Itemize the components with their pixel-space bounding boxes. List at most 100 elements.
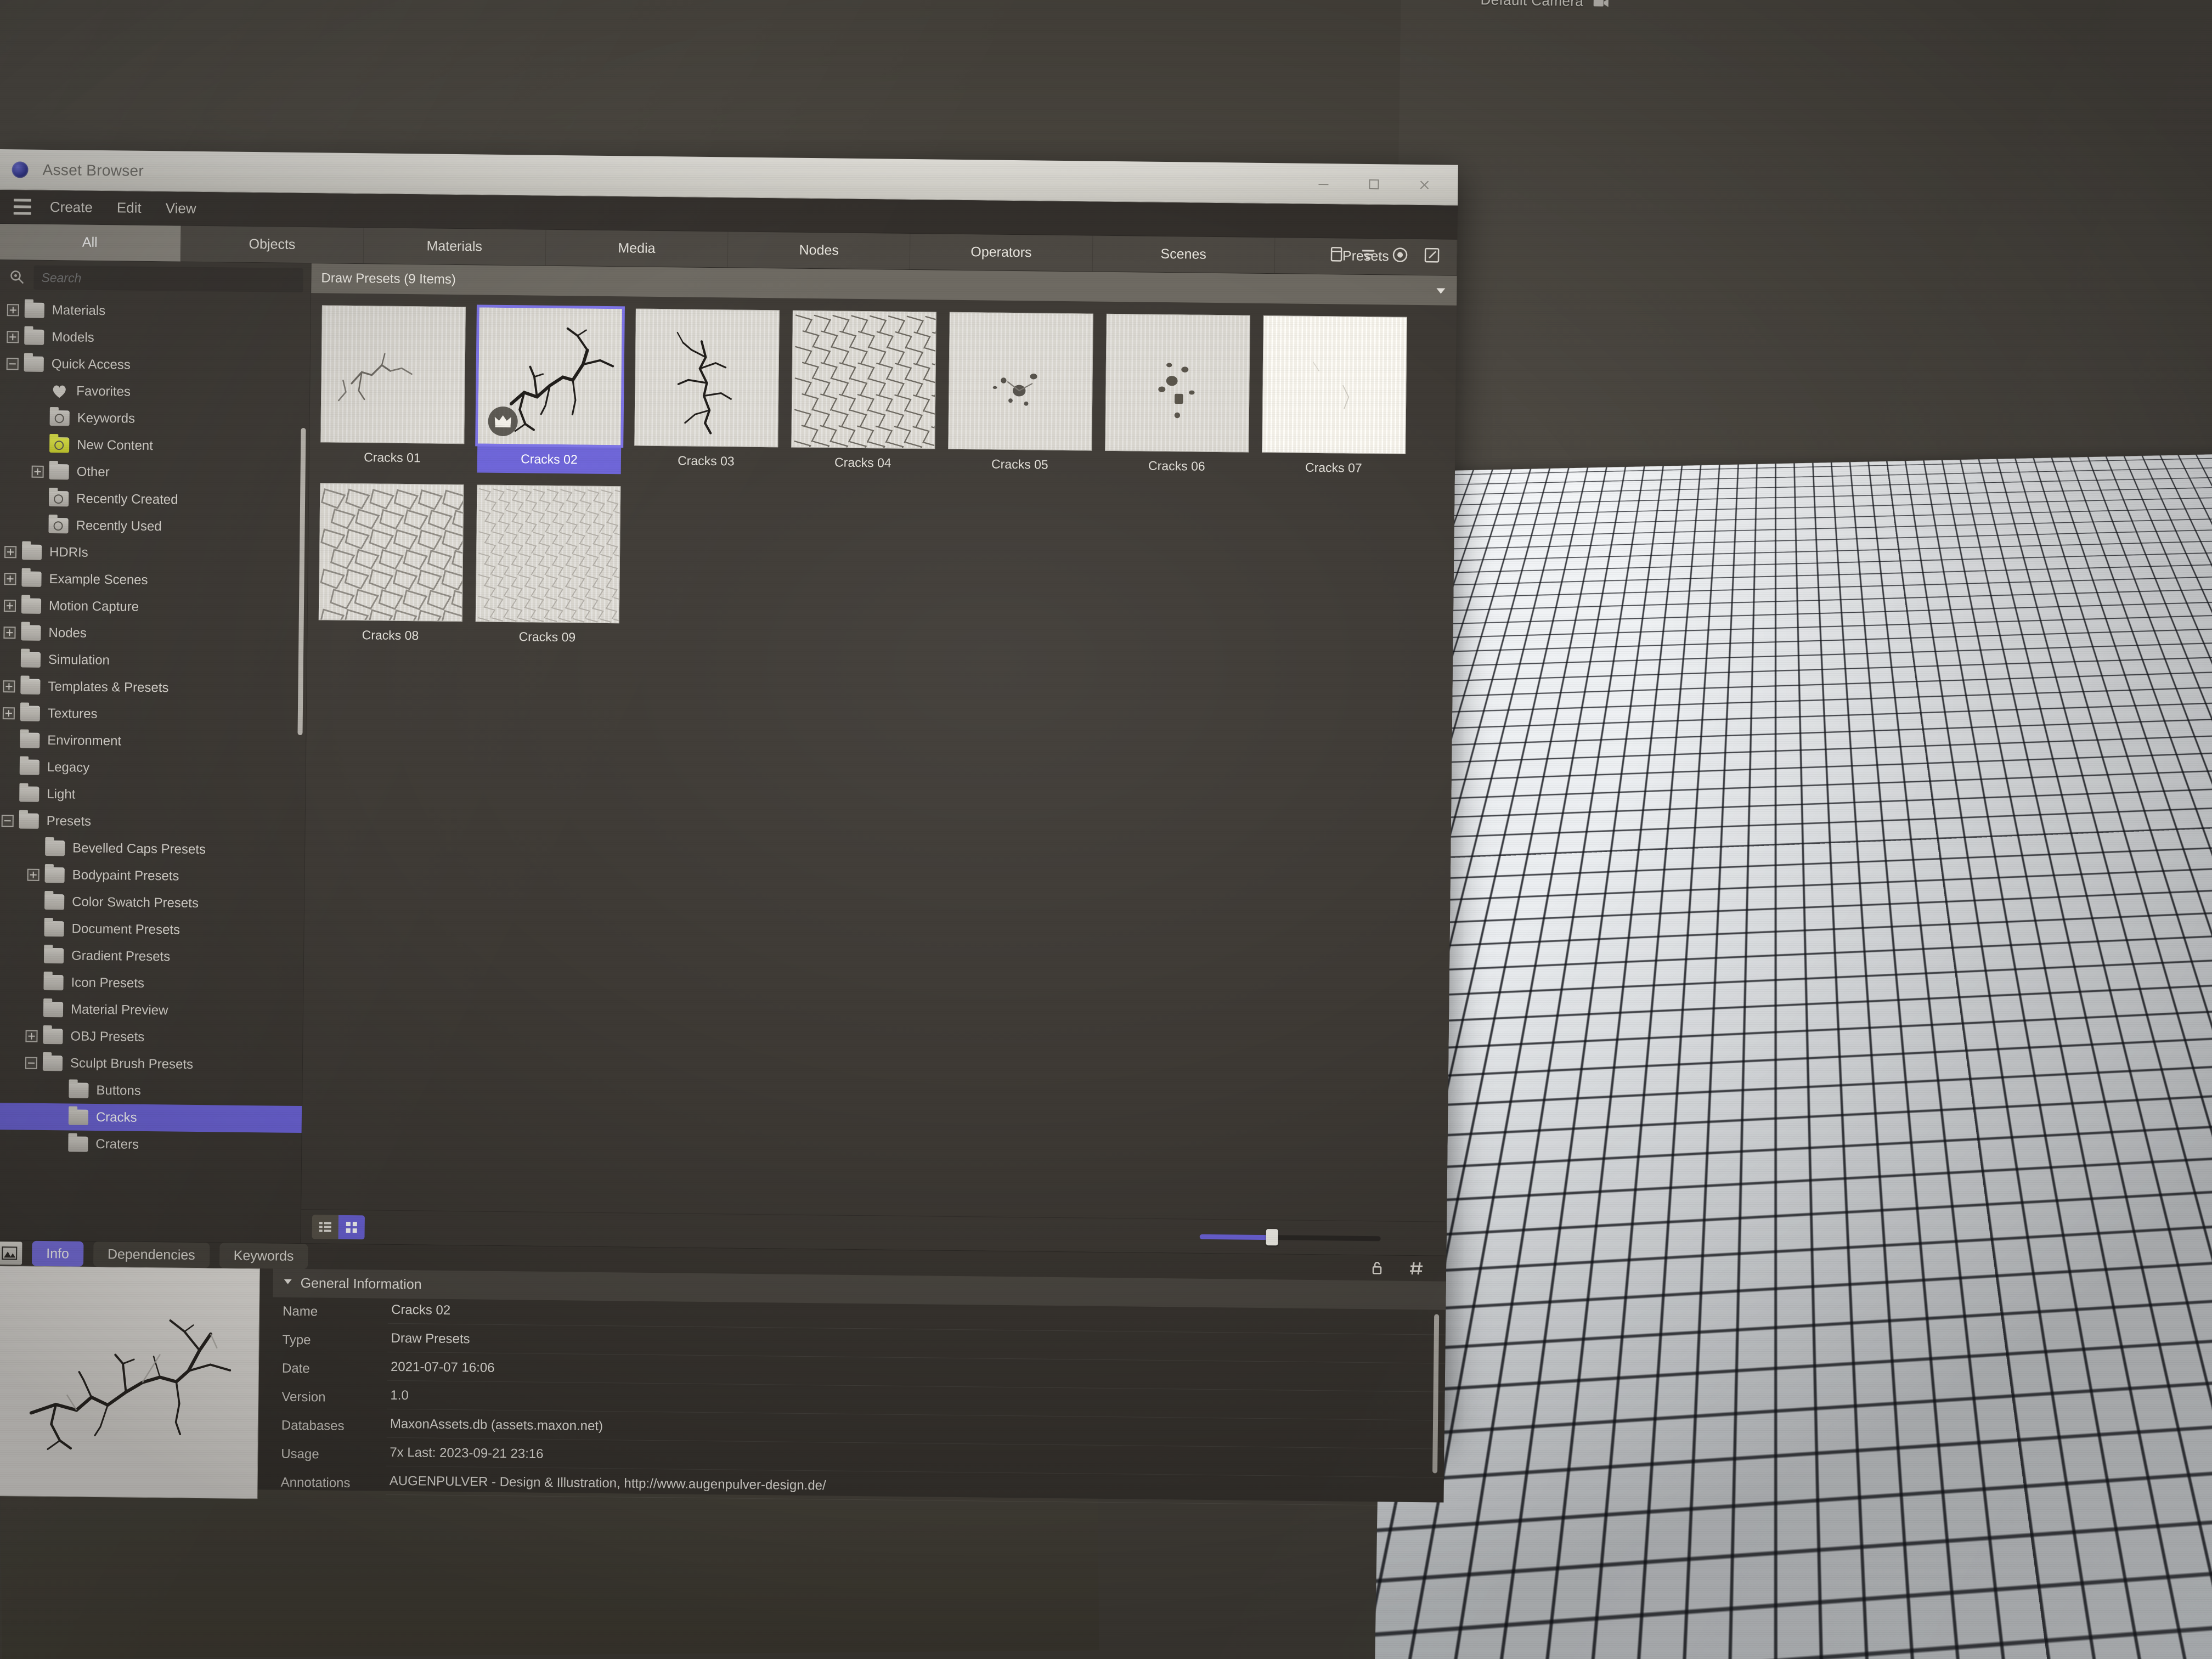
tree-item-quick-access[interactable]: Quick Access [0,350,310,380]
asset-thumbnail[interactable] [791,310,936,449]
asset-cell[interactable]: Cracks 08 [318,483,464,650]
tree-item-nodes[interactable]: Nodes [0,619,307,649]
tree-item-materials[interactable]: Materials [0,296,311,326]
asset-cell[interactable]: Cracks 06 [1105,313,1250,481]
tree-item-document-presets[interactable]: Document Presets [0,915,304,945]
expand-icon[interactable] [3,599,17,613]
tree-item-keywords[interactable]: Keywords [0,404,309,434]
asset-tree[interactable]: Materials Models Quick Access Favorites Keyw… [0,294,311,1160]
list-view-icon[interactable] [312,1215,338,1239]
tree-item-textures[interactable]: Textures [0,699,306,730]
tree-item-legacy[interactable]: Legacy [0,753,306,783]
asset-cell[interactable]: Cracks 01 [320,305,466,472]
tree-item-cracks[interactable]: Cracks [0,1102,302,1133]
tree-item-simulation[interactable]: Simulation [0,646,307,676]
tab-materials[interactable]: Materials [363,228,546,266]
asset-thumbnail[interactable] [948,312,1093,451]
viewport-3d[interactable]: Default Camera [1374,0,2212,1659]
tabbar-tools[interactable] [1325,236,1452,273]
asset-thumbnail[interactable] [318,483,464,622]
zoom-slider-handle[interactable] [1266,1229,1278,1246]
tree-item-obj-presets[interactable]: OBJ Presets [0,1022,303,1052]
tab-info[interactable]: Info [31,1240,84,1267]
expand-icon[interactable] [6,303,20,317]
expand-icon[interactable] [2,706,16,720]
hamburger-icon[interactable] [7,196,38,218]
tree-item-hdris[interactable]: HDRIs [0,538,308,568]
expand-icon[interactable] [2,679,16,693]
tree-item-motion-capture[interactable]: Motion Capture [0,592,307,622]
menu-item-edit[interactable]: Edit [105,195,154,221]
tab-keywords[interactable]: Keywords [219,1243,308,1269]
preview-image-icon[interactable] [0,1242,22,1265]
tree-item-example-scenes[interactable]: Example Scenes [0,565,308,595]
tab-nodes[interactable]: Nodes [727,232,911,269]
tab-operators[interactable]: Operators [910,233,1093,272]
lock-icon[interactable] [1366,1257,1388,1279]
tree-item-buttons[interactable]: Buttons [0,1076,302,1106]
search-input[interactable] [33,265,303,292]
open-external-icon[interactable] [1421,244,1443,266]
maximize-button[interactable] [1365,176,1382,192]
collapse-icon[interactable] [5,357,20,371]
sidebar[interactable]: Materials Models Quick Access Favorites Keyw… [0,259,312,1244]
tree-item-environment[interactable]: Environment [0,726,306,757]
asset-browser-window[interactable]: Asset Browser Create Edit View All Objec… [0,149,1458,1506]
tree-item-bodypaint-presets[interactable]: Bodypaint Presets [0,861,304,891]
expand-icon[interactable] [24,1029,38,1043]
tree-item-bevelled-caps-presets[interactable]: Bevelled Caps Presets [0,834,304,864]
asset-thumbnail[interactable] [320,305,466,444]
tree-item-favorites[interactable]: Favorites [0,377,309,407]
asset-cell[interactable]: Cracks 02 [475,304,625,475]
asset-preview-thumbnail[interactable] [0,1266,260,1499]
info-panel-right-icons[interactable] [1366,1257,1437,1279]
tree-item-recently-used[interactable]: Recently Used [0,511,308,541]
asset-grid[interactable]: Cracks 01 Cracks 02 Cracks 03 Cracks 04 Crac… [318,304,1457,661]
expand-icon[interactable] [3,545,18,559]
expand-icon[interactable] [26,867,41,882]
tree-item-craters[interactable]: Craters [0,1130,302,1160]
collapse-icon[interactable] [24,1056,38,1070]
tree-item-light[interactable]: Light [0,780,306,810]
tree-item-icon-presets[interactable]: Icon Presets [0,968,303,998]
expand-icon[interactable] [5,330,20,344]
tab-objects[interactable]: Objects [181,225,364,264]
thumbnail-zoom-slider[interactable] [1199,1229,1381,1246]
asset-grid-area[interactable]: Cracks 01 Cracks 02 Cracks 03 Cracks 04 Crac… [301,293,1457,1221]
view-mode-toggle[interactable] [312,1214,365,1239]
tree-item-templates-presets[interactable]: Templates & Presets [0,673,307,703]
tree-item-gradient-presets[interactable]: Gradient Presets [0,941,303,972]
asset-thumbnail[interactable] [1262,315,1407,454]
asset-cell[interactable]: Cracks 03 [634,308,780,476]
collapse-icon[interactable] [1,814,15,828]
asset-cell[interactable]: Cracks 05 [948,312,1093,479]
chevron-down-icon[interactable] [1432,282,1449,298]
tab-media[interactable]: Media [545,229,729,268]
asset-cell[interactable]: Cracks 09 [475,484,621,652]
tree-item-other[interactable]: Other [0,458,309,488]
asset-cell[interactable]: Cracks 07 [1262,315,1407,483]
panel-layout-icon[interactable] [1325,243,1347,265]
asset-cell[interactable]: Cracks 04 [791,310,936,478]
tree-item-recently-created[interactable]: Recently Created [0,484,308,515]
asset-thumbnail[interactable] [475,304,625,448]
tree-item-sculpt-brush-presets[interactable]: Sculpt Brush Presets [0,1049,302,1079]
tree-item-color-swatch-presets[interactable]: Color Swatch Presets [0,888,304,918]
menu-item-create[interactable]: Create [38,194,105,221]
close-button[interactable] [1416,176,1432,193]
circle-icon[interactable] [1389,244,1411,266]
window-controls[interactable] [1315,175,1458,193]
tree-item-new-content[interactable]: New Content [0,431,309,461]
expand-icon[interactable] [2,625,16,640]
hash-icon[interactable] [1406,1257,1427,1279]
tab-dependencies[interactable]: Dependencies [93,1241,210,1268]
tab-all[interactable]: All [0,223,182,262]
search-row[interactable] [0,260,311,297]
tree-item-models[interactable]: Models [0,323,311,353]
filter-icon[interactable] [1357,244,1379,266]
minimize-button[interactable] [1315,175,1331,191]
menu-item-view[interactable]: View [153,195,208,222]
grid-view-icon[interactable] [338,1215,365,1239]
asset-thumbnail[interactable] [1105,313,1250,453]
asset-thumbnail[interactable] [475,484,621,624]
